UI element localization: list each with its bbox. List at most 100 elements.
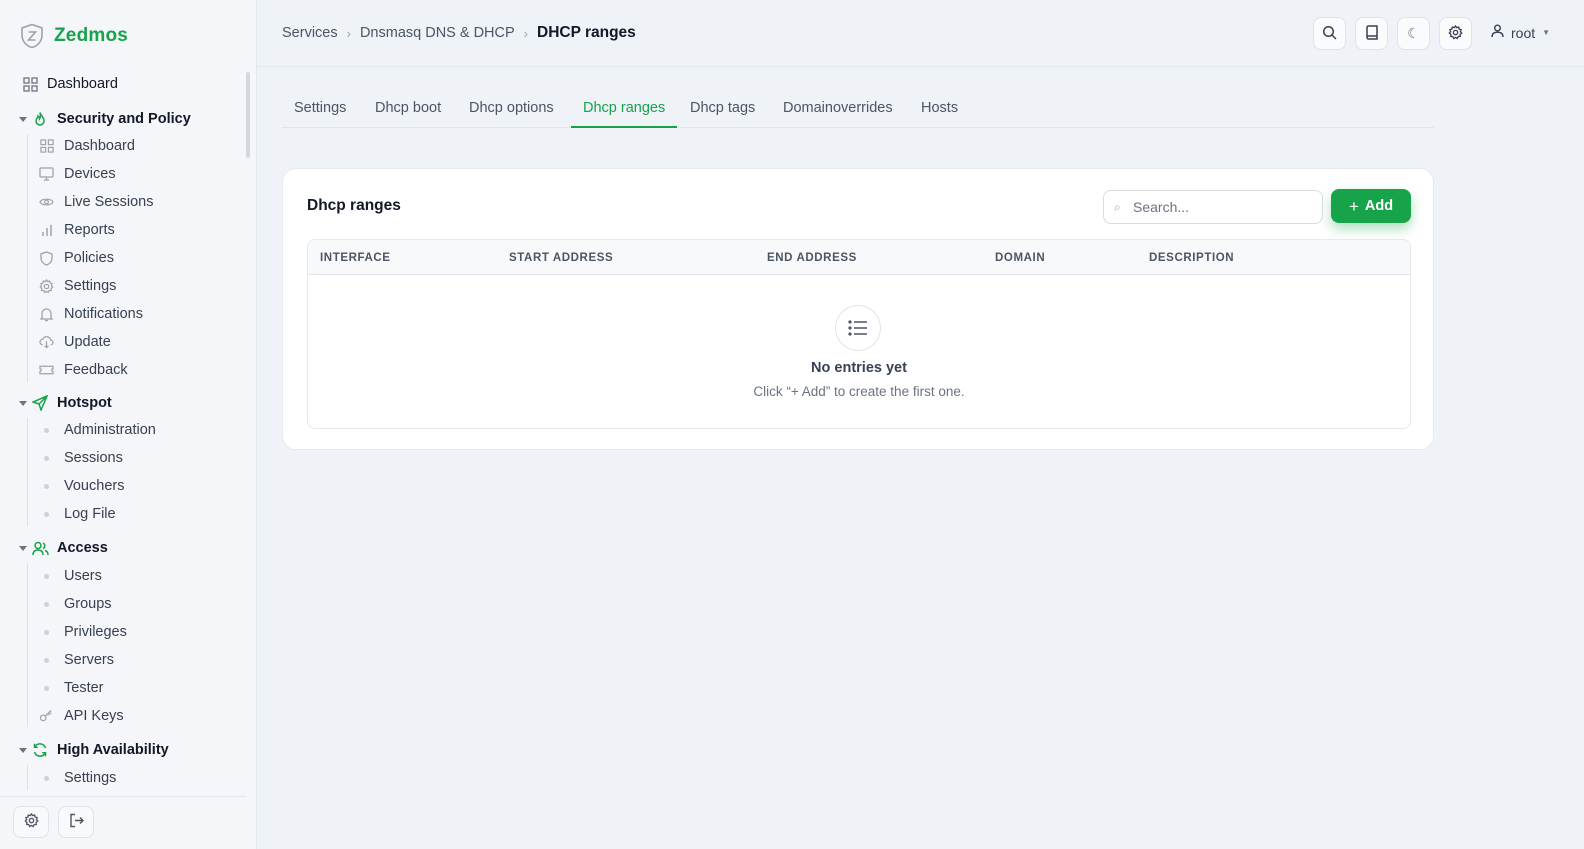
sidebar-group-security-and-policy[interactable]: Security and Policy xyxy=(0,105,246,133)
sidebar-item-administration[interactable]: Administration xyxy=(0,416,246,444)
column-header-end-address[interactable]: END ADDRESS xyxy=(767,252,857,264)
bullet-dot xyxy=(44,685,49,691)
bullet-dot xyxy=(44,427,49,433)
card-title: Dhcp ranges xyxy=(307,197,401,214)
sidebar-item-reports[interactable]: Reports xyxy=(0,216,246,244)
gear-icon xyxy=(39,278,54,294)
grid-icon xyxy=(39,139,54,154)
tab-dhcp-ranges[interactable]: Dhcp ranges xyxy=(571,92,678,128)
tab-dhcp-boot[interactable]: Dhcp boot xyxy=(363,92,453,128)
search-button[interactable] xyxy=(1313,17,1346,50)
list-icon xyxy=(835,305,881,351)
tab-dhcp-options[interactable]: Dhcp options xyxy=(457,92,566,128)
sidebar-item-label: Log File xyxy=(64,506,116,522)
sidebar-item-label: Devices xyxy=(64,166,116,182)
sidebar: Zedmos Dashboard Security and Policy Das… xyxy=(0,0,257,849)
users-icon xyxy=(31,539,49,557)
sidebar-item-label: Servers xyxy=(64,652,114,668)
gear-icon xyxy=(23,812,39,831)
sidebar-item-users[interactable]: Users xyxy=(0,562,246,590)
settings-button-top[interactable] xyxy=(1439,17,1472,50)
sidebar-item-devices[interactable]: Devices xyxy=(0,160,246,188)
breadcrumb-dnsmasq[interactable]: Dnsmasq DNS & DHCP xyxy=(360,25,515,41)
sidebar-item-settings[interactable]: Settings xyxy=(0,272,246,300)
book-icon xyxy=(1365,24,1379,43)
user-icon xyxy=(1491,24,1504,41)
search-field[interactable]: ⌕ xyxy=(1103,190,1323,224)
breadcrumb-services[interactable]: Services xyxy=(282,25,338,41)
tab-dhcp-tags[interactable]: Dhcp tags xyxy=(678,92,767,128)
dhcp-ranges-table: INTERFACE START ADDRESS END ADDRESS DOMA… xyxy=(307,239,1411,429)
user-menu[interactable]: root ▼ xyxy=(1491,24,1550,41)
chevron-down-icon xyxy=(19,545,27,551)
logout-button[interactable] xyxy=(58,806,94,838)
sidebar-item-label: Reports xyxy=(64,222,115,238)
sidebar-item-notifications[interactable]: Notifications xyxy=(0,300,246,328)
column-header-interface[interactable]: INTERFACE xyxy=(320,252,391,264)
bullet-dot xyxy=(44,573,49,579)
sidebar-item-update[interactable]: Update xyxy=(0,328,246,356)
sidebar-scrollbar[interactable] xyxy=(246,72,250,158)
tab-settings[interactable]: Settings xyxy=(282,92,358,128)
sidebar-item-label: Dashboard xyxy=(64,138,135,154)
chevron-right-icon: › xyxy=(346,25,351,41)
sidebar-item-privileges[interactable]: Privileges xyxy=(0,618,246,646)
docs-button[interactable] xyxy=(1355,17,1388,50)
sidebar-item-label: Privileges xyxy=(64,624,127,640)
sidebar-group-hotspot[interactable]: Hotspot xyxy=(0,389,246,417)
sidebar-item-servers[interactable]: Servers xyxy=(0,646,246,674)
sidebar-item-dashboard-sec[interactable]: Dashboard xyxy=(0,132,246,160)
cloud-download-icon xyxy=(39,335,54,350)
bullet-dot xyxy=(44,483,49,489)
flame-icon xyxy=(31,110,49,128)
sidebar-footer xyxy=(0,796,246,849)
breadcrumb: Services › Dnsmasq DNS & DHCP › DHCP ran… xyxy=(282,24,636,42)
sidebar-item-ha-settings[interactable]: Settings xyxy=(0,764,246,790)
sidebar-item-label: Settings xyxy=(64,278,117,294)
sidebar-item-tester[interactable]: Tester xyxy=(0,674,246,702)
theme-toggle-button[interactable]: ☾ xyxy=(1397,17,1430,50)
shield-logo-icon xyxy=(20,23,44,49)
add-button[interactable]: + Add xyxy=(1331,189,1411,223)
bullet-dot xyxy=(44,775,49,781)
sidebar-group-label: Security and Policy xyxy=(57,111,191,127)
sidebar-item-feedback[interactable]: Feedback xyxy=(0,356,246,384)
settings-button[interactable] xyxy=(13,806,49,838)
sidebar-item-label: Tester xyxy=(64,680,104,696)
monitor-icon xyxy=(39,167,54,182)
column-header-description[interactable]: DESCRIPTION xyxy=(1149,252,1234,264)
eye-icon xyxy=(39,195,54,210)
sidebar-item-dashboard[interactable]: Dashboard xyxy=(0,70,246,98)
tab-domainoverrides[interactable]: Domainoverrides xyxy=(771,92,905,128)
column-header-domain[interactable]: DOMAIN xyxy=(995,252,1045,264)
sidebar-item-log-file[interactable]: Log File xyxy=(0,500,246,528)
shield-icon xyxy=(39,250,54,266)
column-header-start-address[interactable]: START ADDRESS xyxy=(509,252,613,264)
sidebar-item-label: Settings xyxy=(64,770,117,786)
sidebar-group-high-availability[interactable]: High Availability xyxy=(0,736,246,764)
send-icon xyxy=(31,394,49,412)
brand[interactable]: Zedmos xyxy=(20,23,128,49)
key-icon xyxy=(39,709,54,724)
sidebar-item-vouchers[interactable]: Vouchers xyxy=(0,472,246,500)
sidebar-item-sessions[interactable]: Sessions xyxy=(0,444,246,472)
sidebar-item-label: Notifications xyxy=(64,306,143,322)
chevron-down-icon xyxy=(19,747,27,753)
caret-down-icon: ▼ xyxy=(1542,28,1551,37)
sidebar-item-groups[interactable]: Groups xyxy=(0,590,246,618)
plus-icon: + xyxy=(1348,196,1359,216)
sidebar-group-access[interactable]: Access xyxy=(0,534,246,562)
empty-state-title: No entries yet xyxy=(811,360,907,376)
sidebar-item-live-sessions[interactable]: Live Sessions xyxy=(0,188,246,216)
tab-hosts[interactable]: Hosts xyxy=(909,92,970,128)
bullet-dot xyxy=(44,629,49,635)
sidebar-item-policies[interactable]: Policies xyxy=(0,244,246,272)
sidebar-item-api-keys[interactable]: API Keys xyxy=(0,702,246,730)
refresh-icon xyxy=(31,741,49,759)
dhcp-ranges-card: Dhcp ranges ⌕ + Add INTERFACE START ADDR… xyxy=(282,168,1434,450)
sidebar-item-label: Sessions xyxy=(64,450,123,466)
chevron-down-icon xyxy=(19,116,27,122)
search-input[interactable] xyxy=(1133,191,1318,223)
chevron-right-icon: › xyxy=(523,25,528,41)
gear-icon xyxy=(1448,24,1463,43)
